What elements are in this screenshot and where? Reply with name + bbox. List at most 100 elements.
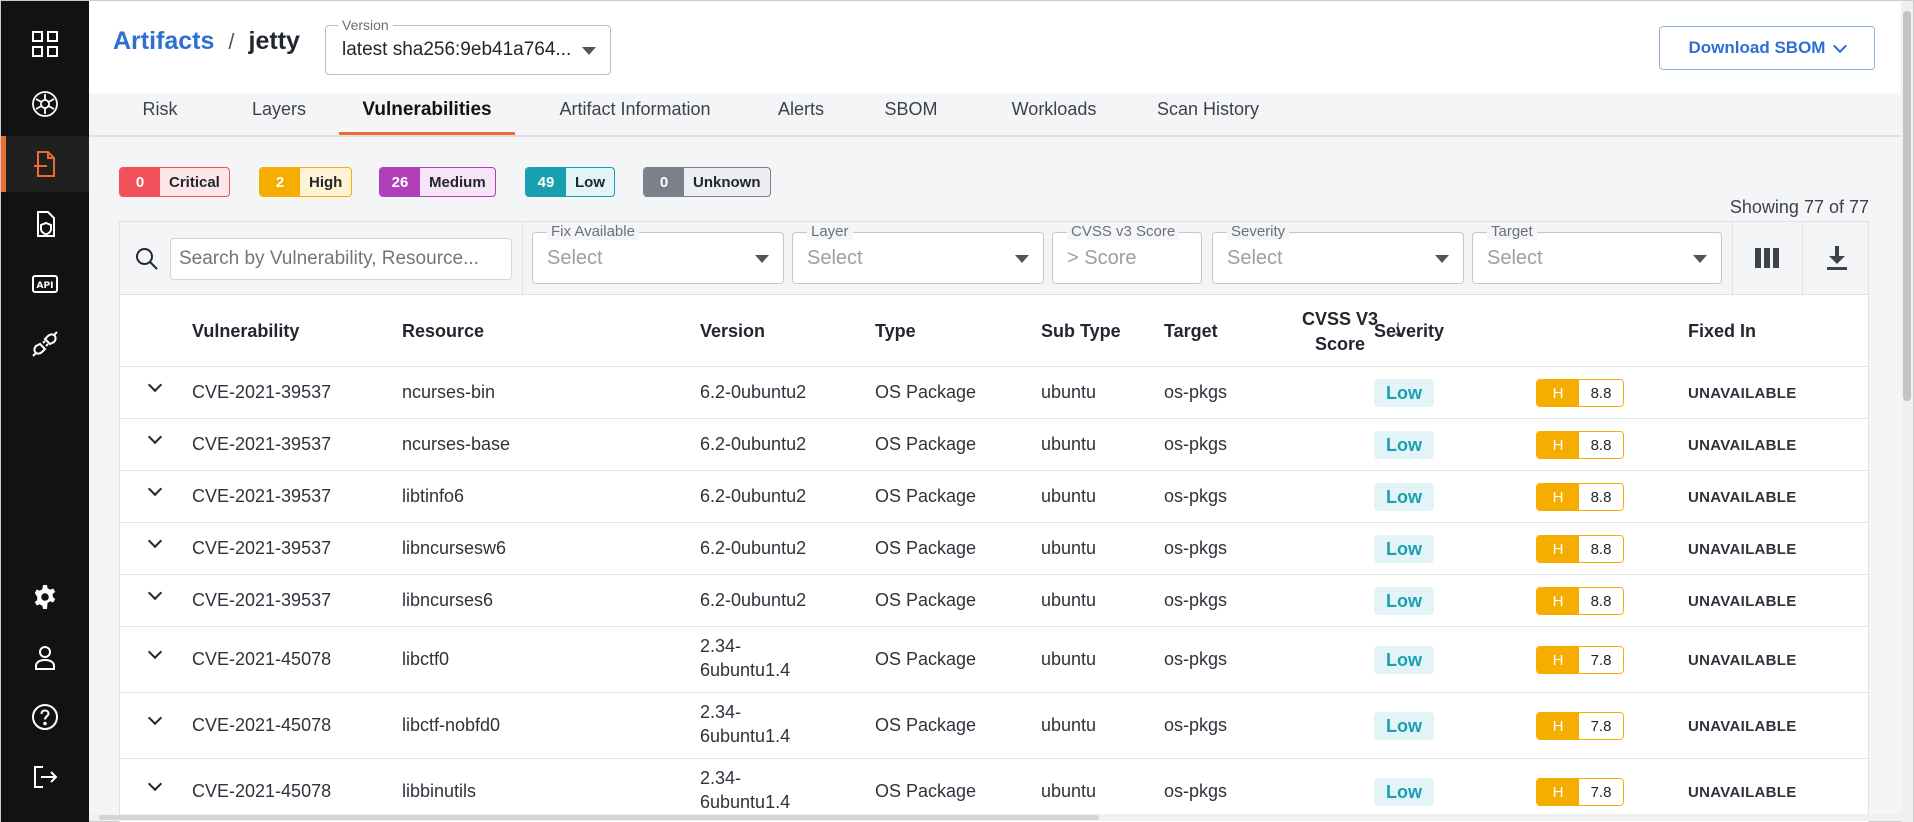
expand-chevron-icon[interactable]	[148, 432, 162, 446]
breadcrumb: Artifacts / jetty	[113, 27, 300, 56]
column-header-target[interactable]: Target	[1164, 321, 1218, 342]
horizontal-scrollbar[interactable]	[89, 814, 1901, 821]
version-select[interactable]: Version latest sha256:9eb41a764...	[325, 17, 611, 75]
tab-artifact-information[interactable]: Artifact Information	[549, 99, 721, 135]
tab-workloads[interactable]: Workloads	[989, 99, 1119, 135]
download-sbom-button[interactable]: Download SBOM	[1659, 26, 1875, 70]
expand-chevron-icon[interactable]	[148, 536, 162, 550]
vulnerability-id: CVE-2021-45078	[192, 649, 332, 669]
tab-alerts[interactable]: Alerts	[769, 99, 833, 135]
nav-profile[interactable]	[1, 629, 89, 685]
results-count: Showing 77 of 77	[1729, 197, 1869, 217]
tab-vulnerabilities[interactable]: Vulnerabilities	[339, 99, 515, 135]
cvss-severity-letter: H	[1537, 432, 1579, 458]
cvss-score-value: 8.8	[1579, 588, 1623, 614]
package-subtype: ubuntu	[1041, 382, 1097, 402]
package-type: OS Package	[875, 538, 977, 558]
nav-artifacts[interactable]	[1, 136, 89, 192]
fixed-in-value: UNAVAILABLE	[1688, 718, 1797, 735]
table-row[interactable]: CVE-2021-39537 libncurses6 6.2-0ubuntu2 OS …	[120, 575, 1868, 627]
vulnerability-id: CVE-2021-39537	[192, 434, 332, 454]
column-header-resource[interactable]: Resource	[402, 321, 484, 342]
expand-chevron-icon[interactable]	[148, 484, 162, 498]
nav-settings[interactable]	[1, 569, 89, 625]
columns-button[interactable]	[1732, 222, 1802, 294]
column-header-severity[interactable]: Severity	[1374, 321, 1444, 342]
package-subtype: ubuntu	[1041, 649, 1097, 669]
column-header-fixed-in[interactable]: Fixed In	[1688, 321, 1756, 342]
fixed-in-value: UNAVAILABLE	[1688, 652, 1797, 669]
column-header-type[interactable]: Type	[875, 321, 916, 342]
severity-chip-low[interactable]: 49 Low	[525, 167, 615, 197]
package-type: OS Package	[875, 781, 977, 801]
package-version: 6.2-0ubuntu2	[700, 382, 807, 402]
table-row[interactable]: CVE-2021-45078 libbinutils 2.34-6ubuntu1.4…	[120, 759, 1868, 822]
expand-chevron-icon[interactable]	[148, 647, 162, 661]
sort-descending-icon[interactable]: ↓	[1392, 315, 1404, 343]
vulnerability-id: CVE-2021-39537	[192, 486, 332, 506]
severity-chip-medium[interactable]: 26 Medium	[379, 167, 496, 197]
column-header-cvss[interactable]: CVSS V3 Score	[1300, 307, 1380, 357]
table-row[interactable]: CVE-2021-45078 libctf-nobfd0 2.34-6ubuntu1…	[120, 693, 1868, 759]
resource-name: ncurses-base	[402, 434, 511, 454]
nav-kubernetes[interactable]	[1, 76, 89, 132]
search-input[interactable]	[170, 238, 512, 280]
tab-sbom[interactable]: SBOM	[879, 99, 943, 135]
severity-label: High	[309, 173, 343, 191]
expand-chevron-icon[interactable]	[148, 380, 162, 394]
vulnerability-id: CVE-2021-45078	[192, 715, 332, 735]
severity-label: Unknown	[693, 173, 761, 191]
nav-help[interactable]	[1, 689, 89, 745]
cvss-score-input[interactable]: CVSS v3 Score > Score	[1052, 223, 1202, 284]
table-row[interactable]: CVE-2021-39537 ncurses-bin 6.2-0ubuntu2 OS …	[120, 367, 1868, 419]
cvss-score-badge: H 8.8	[1536, 431, 1624, 459]
vulnerabilities-table: Vulnerability Resource Version Type Sub …	[119, 295, 1869, 822]
table-row[interactable]: CVE-2021-39537 libtinfo6 6.2-0ubuntu2 OS Pa…	[120, 471, 1868, 523]
table-header: Vulnerability Resource Version Type Sub …	[120, 295, 1868, 367]
cvss-score-badge: H 7.8	[1536, 712, 1624, 740]
table-row[interactable]: CVE-2021-45078 libctf0 2.34-6ubuntu1.4 OS P…	[120, 627, 1868, 693]
nav-api[interactable]: API	[1, 256, 89, 312]
download-button[interactable]	[1802, 222, 1872, 294]
severity-select[interactable]: Severity Select	[1212, 223, 1464, 284]
severity-filter-value: Select	[1227, 247, 1283, 269]
tab-layers[interactable]: Layers	[239, 99, 319, 135]
target-select[interactable]: Target Select	[1472, 223, 1722, 284]
table-body: CVE-2021-39537 ncurses-bin 6.2-0ubuntu2 OS …	[120, 367, 1868, 822]
column-header-subtype[interactable]: Sub Type	[1041, 321, 1121, 342]
layer-value: Select	[807, 247, 863, 269]
nav-dashboard[interactable]	[1, 16, 89, 72]
table-row[interactable]: CVE-2021-39537 ncurses-base 6.2-0ubuntu2 OS…	[120, 419, 1868, 471]
cvss-score-badge: H 8.8	[1536, 587, 1624, 615]
severity-badge: Low	[1374, 483, 1434, 511]
fix-available-select[interactable]: Fix Available Select	[532, 223, 784, 284]
severity-count: 2	[260, 168, 300, 196]
scrollbar-thumb[interactable]	[1903, 11, 1911, 401]
package-version: 2.34-6ubuntu1.4	[700, 768, 791, 812]
vertical-scrollbar[interactable]	[1901, 1, 1913, 822]
expand-chevron-icon[interactable]	[148, 588, 162, 602]
severity-chip-high[interactable]: 2 High	[259, 167, 353, 197]
version-label: Version	[338, 17, 393, 33]
column-header-version[interactable]: Version	[700, 321, 765, 342]
resource-name: libncursesw6	[402, 538, 507, 558]
tab-scan-history[interactable]: Scan History	[1133, 99, 1283, 135]
target-name: os-pkgs	[1164, 649, 1228, 669]
cvss-header-line1: CVSS V3	[1301, 309, 1379, 329]
expand-chevron-icon[interactable]	[148, 713, 162, 727]
column-header-vulnerability[interactable]: Vulnerability	[192, 321, 299, 342]
tab-risk[interactable]: Risk	[125, 99, 195, 135]
expand-chevron-icon[interactable]	[148, 779, 162, 793]
severity-chip-unknown[interactable]: 0 Unknown	[643, 167, 771, 197]
nav-policies[interactable]	[1, 196, 89, 252]
cvss-header-line2: Score	[1314, 334, 1366, 354]
nav-logout[interactable]	[1, 749, 89, 805]
scrollbar-thumb[interactable]	[99, 815, 1099, 820]
breadcrumb-artifacts-link[interactable]: Artifacts	[113, 27, 214, 56]
nav-integrations[interactable]	[1, 316, 89, 372]
cvss-severity-letter: H	[1537, 536, 1579, 562]
severity-chip-critical[interactable]: 0 Critical	[119, 167, 230, 197]
caret-down-icon	[1015, 255, 1029, 263]
table-row[interactable]: CVE-2021-39537 libncursesw6 6.2-0ubuntu2 OS…	[120, 523, 1868, 575]
layer-select[interactable]: Layer Select	[792, 223, 1044, 284]
